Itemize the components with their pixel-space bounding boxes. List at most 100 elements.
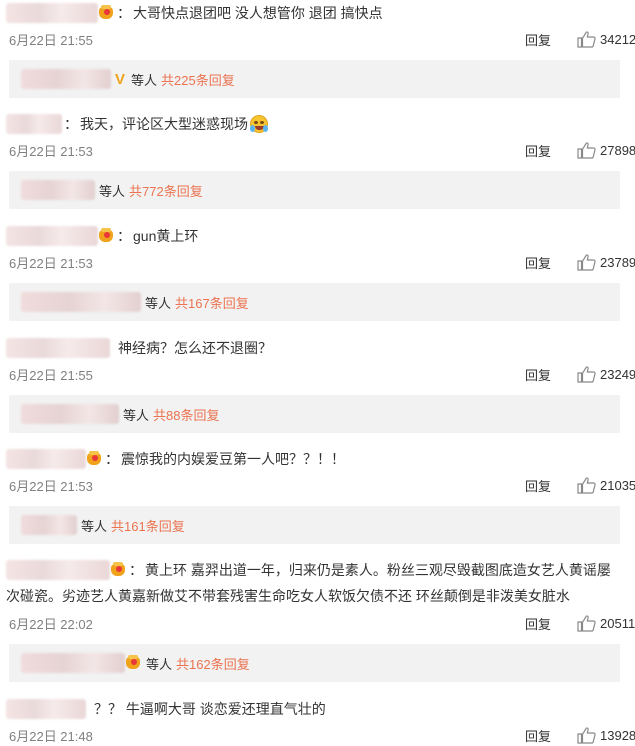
comment-line: ： 震惊我的内娱爱豆第一人吧？？！！: [6, 448, 345, 470]
username-blurred[interactable]: [6, 226, 98, 246]
comment-date: 6月22日 21:55: [9, 367, 93, 383]
reply-button[interactable]: 回复: [525, 614, 551, 633]
colon-separator: ：: [105, 451, 119, 467]
comment-text: ？？ 牛逼啊大哥 谈恋爱还理直气壮的: [94, 701, 326, 717]
reply-deng-text: 等人: [145, 295, 172, 311]
replier-names-blurred: [21, 515, 77, 535]
comment-line: ： 大哥快点退团吧 没人想管你 退团 搞快点: [6, 2, 383, 24]
reply-thread-box: 等人 共772条回复: [9, 171, 620, 209]
verified-v-icon: V: [115, 70, 126, 88]
thumbs-up-icon: [577, 141, 596, 159]
vip-badge-icon: [99, 228, 115, 244]
comment-meta: 6月22日 21:55 回复 34212: [9, 29, 635, 49]
like-button[interactable]: 20511: [577, 614, 635, 632]
comment-date: 6月22日 22:02: [9, 616, 93, 632]
like-button[interactable]: 23789: [577, 253, 635, 271]
like-button[interactable]: 13928: [577, 726, 635, 744]
username-blurred[interactable]: [6, 449, 86, 469]
vip-badge-icon: [126, 655, 142, 671]
reply-thread-box: 等人 共161条回复: [9, 506, 620, 544]
comment-line: ： 我天，评论区大型迷惑现场: [6, 113, 268, 135]
colon-separator: ：: [129, 562, 143, 578]
comment-meta: 6月22日 21:55 回复 23249: [9, 364, 635, 384]
reply-total-link[interactable]: 共772条回复: [129, 181, 203, 200]
reply-total-link[interactable]: 共225条回复: [161, 70, 235, 89]
colon-separator: ：: [64, 116, 78, 132]
comment-meta: 6月22日 21:53 回复 21035: [9, 475, 635, 495]
colon-separator: ：: [117, 5, 131, 21]
reply-deng-text: 等人: [81, 518, 108, 534]
reply-total-link[interactable]: 共88条回复: [153, 405, 219, 424]
reply-deng-text: 等人: [99, 183, 126, 199]
comment-date: 6月22日 21:48: [9, 728, 93, 744]
reply-button[interactable]: 回复: [525, 141, 551, 160]
comment-line: 神经病？怎么还不退圈？: [6, 337, 272, 359]
thumbs-up-icon: [577, 30, 596, 48]
vip-badge-icon: [99, 5, 115, 21]
colon-separator: ：: [117, 228, 131, 244]
like-button[interactable]: 21035: [577, 476, 635, 494]
reply-thread-box: V 等人 共225条回复: [9, 60, 620, 98]
reply-thread-box: 等人 共88条回复: [9, 395, 620, 433]
replier-names-blurred: [21, 69, 111, 89]
reply-total-link[interactable]: 共167条回复: [175, 293, 249, 312]
like-button[interactable]: 27898: [577, 141, 635, 159]
comment-text: 震惊我的内娱爱豆第一人吧？？！！: [121, 451, 345, 467]
comment-meta: 6月22日 21:53 回复 27898: [9, 140, 635, 160]
reply-button[interactable]: 回复: [525, 365, 551, 384]
like-count: 23789: [600, 254, 635, 270]
vip-badge-icon: [111, 562, 127, 578]
like-count: 27898: [600, 142, 635, 158]
username-blurred[interactable]: [6, 3, 98, 23]
comment-line: ？？ 牛逼啊大哥 谈恋爱还理直气壮的: [6, 698, 326, 720]
reply-deng-text: 等人: [146, 656, 173, 672]
comment-text: gun黄上环: [133, 228, 199, 244]
replier-names-blurred: [21, 404, 119, 424]
replier-names-blurred: [21, 180, 95, 200]
reply-button[interactable]: 回复: [525, 476, 551, 495]
like-count: 23249: [600, 366, 635, 382]
comment-text-line2: 次碰瓷。劣迹艺人黄嘉新做艾不带套残害生命吃女人软饭欠债不还 环丝颠倒是非泼美女脏…: [6, 586, 570, 606]
thumbs-up-icon: [577, 253, 596, 271]
comment-text: 我天，评论区大型迷惑现场: [80, 116, 248, 132]
reply-button[interactable]: 回复: [525, 30, 551, 49]
reply-button[interactable]: 回复: [525, 726, 551, 745]
comment-date: 6月22日 21:53: [9, 143, 93, 159]
reply-button[interactable]: 回复: [525, 253, 551, 272]
reply-total-link[interactable]: 共161条回复: [111, 516, 185, 535]
comment-line: ： 黄上环 嘉羿出道一年，归来仍是素人。粉丝三观尽毁截图底造女艺人黄谣屡: [6, 559, 611, 581]
comment-text: 黄上环 嘉羿出道一年，归来仍是素人。粉丝三观尽毁截图底造女艺人黄谣屡: [145, 562, 611, 578]
comment-meta: 6月22日 22:02 回复 20511: [9, 613, 635, 633]
comment-text: 神经病？怎么还不退圈？: [118, 340, 272, 356]
reply-thread-box: 等人 共167条回复: [9, 283, 620, 321]
comment-date: 6月22日 21:55: [9, 32, 93, 48]
comment-meta: 6月22日 21:48 回复 13928: [9, 725, 635, 745]
like-button[interactable]: 23249: [577, 365, 635, 383]
thumbs-up-icon: [577, 614, 596, 632]
replier-names-blurred: [21, 292, 141, 312]
like-count: 13928: [600, 727, 635, 743]
comment-line: ： gun黄上环: [6, 225, 198, 247]
reply-deng-text: 等人: [123, 407, 150, 423]
username-blurred[interactable]: [6, 338, 110, 358]
username-blurred[interactable]: [6, 560, 110, 580]
comment-text-continued: 次碰瓷。劣迹艺人黄嘉新做艾不带套残害生命吃女人软饭欠债不还 环丝颠倒是非泼美女脏…: [6, 588, 570, 604]
like-count: 34212: [600, 31, 635, 47]
reply-thread-box: 等人 共162条回复: [9, 644, 620, 682]
username-blurred[interactable]: [6, 699, 86, 719]
like-count: 20511: [600, 615, 635, 631]
reply-total-link[interactable]: 共162条回复: [176, 654, 250, 673]
comment-date: 6月22日 21:53: [9, 255, 93, 271]
thumbs-up-icon: [577, 476, 596, 494]
thumbs-up-icon: [577, 365, 596, 383]
thumbs-up-icon: [577, 726, 596, 744]
reply-deng-text: 等人: [131, 72, 158, 88]
crying-laughing-emoji-icon: [250, 115, 268, 133]
like-count: 21035: [600, 477, 635, 493]
like-button[interactable]: 34212: [577, 30, 635, 48]
vip-badge-icon: [87, 451, 103, 467]
comment-date: 6月22日 21:53: [9, 478, 93, 494]
comment-meta: 6月22日 21:53 回复 23789: [9, 252, 635, 272]
comment-text: 大哥快点退团吧 没人想管你 退团 搞快点: [133, 5, 383, 21]
username-blurred[interactable]: [6, 114, 62, 134]
